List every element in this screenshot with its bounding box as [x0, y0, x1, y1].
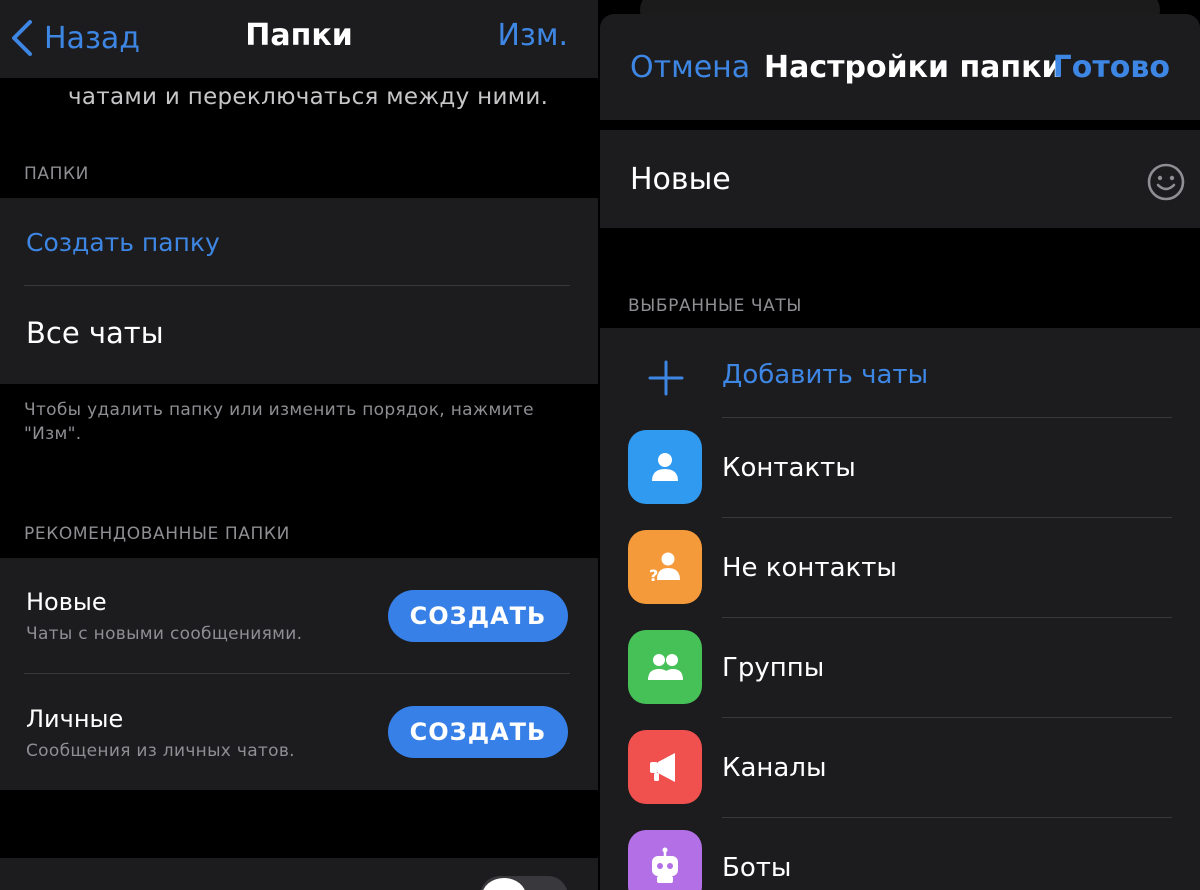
chat-type-contacts[interactable]: Контакты [722, 453, 856, 483]
toggle-knob [482, 878, 526, 890]
divider [722, 517, 1172, 518]
non-contact-icon: ? [628, 530, 702, 604]
chat-type-channels[interactable]: Каналы [722, 753, 826, 783]
divider [24, 673, 570, 674]
recommended-personal-subtitle: Сообщения из личных чатов. [26, 741, 295, 761]
plus-icon[interactable] [646, 358, 686, 398]
folder-settings-screen: Отмена Настройки папки Готово Новые ВЫБР… [600, 0, 1200, 890]
toggle-switch[interactable] [480, 876, 568, 890]
svg-text:?: ? [649, 566, 658, 585]
recommended-group: Новые Чаты с новыми сообщениями. СОЗДАТЬ… [0, 558, 598, 790]
emoji-icon[interactable] [1146, 162, 1186, 202]
create-folder-button[interactable]: Создать папку [26, 228, 220, 257]
folders-screen: Назад Папки Изм. чатами и переключаться … [0, 0, 598, 890]
add-chats-button[interactable]: Добавить чаты [722, 360, 928, 390]
recommended-section-header: РЕКОМЕНДОВАННЫЕ ПАПКИ [24, 524, 290, 544]
folder-name-input[interactable]: Новые [630, 162, 731, 197]
folders-section-header: ПАПКИ [24, 164, 89, 184]
chat-type-non-contacts[interactable]: Не контакты [722, 553, 897, 583]
contact-icon [628, 430, 702, 504]
folder-name-row: Новые [600, 130, 1200, 228]
done-button[interactable]: Готово [1053, 50, 1170, 85]
megaphone-icon [628, 730, 702, 804]
divider [722, 617, 1172, 618]
cancel-button[interactable]: Отмена [630, 50, 750, 85]
all-chats-item[interactable]: Все чаты [26, 316, 164, 350]
divider [722, 717, 1172, 718]
selected-chats-header: ВЫБРАННЫЕ ЧАТЫ [628, 296, 802, 316]
chat-type-bots[interactable]: Боты [722, 853, 791, 883]
create-personal-folder-button[interactable]: СОЗДАТЬ [388, 706, 568, 758]
divider [722, 817, 1172, 818]
edit-button[interactable]: Изм. [497, 18, 568, 53]
divider [24, 285, 570, 286]
folders-footnote: Чтобы удалить папку или изменить порядок… [24, 400, 534, 444]
group-icon [628, 630, 702, 704]
sheet-title: Настройки папки [764, 50, 1063, 85]
chat-type-groups[interactable]: Группы [722, 653, 824, 683]
recommended-new-subtitle: Чаты с новыми сообщениями. [26, 624, 303, 644]
bot-icon [628, 830, 702, 890]
divider [722, 417, 1172, 418]
folders-group: Создать папку Все чаты [0, 198, 598, 384]
selected-chats-list: Добавить чаты Контакты ? Не контакты Гру… [600, 328, 1200, 890]
create-new-folder-button[interactable]: СОЗДАТЬ [388, 590, 568, 642]
intro-text: чатами и переключаться между ними. [68, 84, 549, 110]
recommended-new-title: Новые [26, 588, 107, 616]
recommended-personal-title: Личные [26, 705, 124, 733]
